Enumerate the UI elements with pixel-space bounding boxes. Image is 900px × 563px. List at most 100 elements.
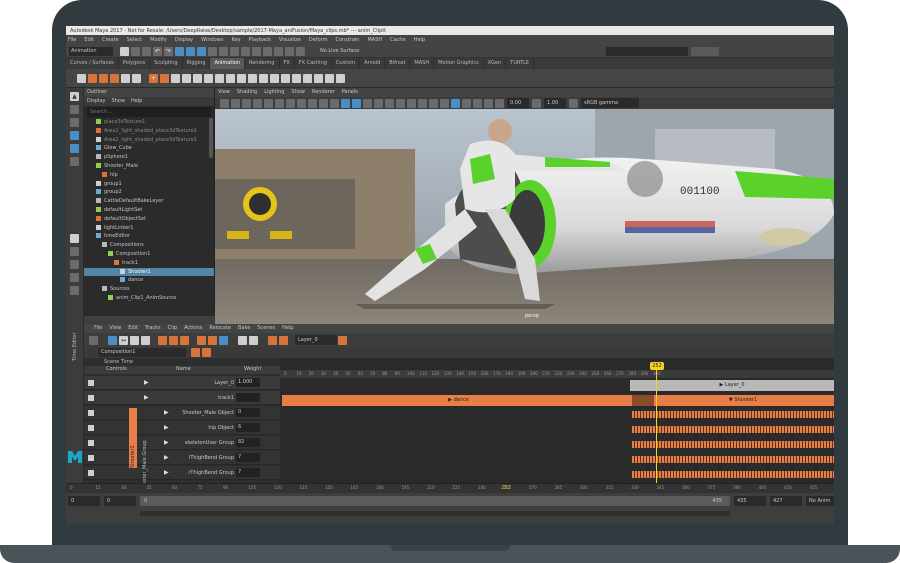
character-set-icon[interactable] xyxy=(325,73,334,83)
track-mute-checkbox[interactable] xyxy=(88,425,94,431)
grid-toggle-icon[interactable] xyxy=(264,98,273,108)
snap-surface-icon[interactable] xyxy=(252,46,261,56)
outliner-item[interactable]: place3dTexture1 xyxy=(84,118,214,127)
frame-selected-icon[interactable] xyxy=(130,335,139,345)
outliner-item[interactable]: Shooter1 xyxy=(84,267,214,277)
redo-icon[interactable]: ↷ xyxy=(164,46,173,56)
key-layer-icon[interactable] xyxy=(208,335,217,345)
track-mute-checkbox[interactable] xyxy=(88,410,94,416)
four-pane-icon[interactable] xyxy=(70,247,79,256)
textured-icon[interactable] xyxy=(374,98,383,108)
grid-layout-icon[interactable] xyxy=(70,286,79,295)
shelf-tab-curves-surfaces[interactable]: Curves / Surfaces xyxy=(66,58,119,69)
layer-name-field[interactable]: Layer_0 xyxy=(295,335,337,345)
composition-new-icon[interactable] xyxy=(191,348,200,357)
track-mute-checkbox[interactable] xyxy=(88,380,94,386)
xray-joints-icon[interactable] xyxy=(473,98,482,108)
single-pane-icon[interactable] xyxy=(70,234,79,243)
gamma-icon[interactable] xyxy=(532,98,541,108)
outliner-item[interactable]: dance xyxy=(84,276,214,285)
track-expand-arrow[interactable]: ▶ xyxy=(164,454,169,461)
track-mute-checkbox[interactable] xyxy=(88,470,94,476)
time-editor-menu-actions[interactable]: Actions xyxy=(184,325,202,331)
shelf-tab-fx[interactable]: FX xyxy=(280,58,295,69)
outliner-menu-show[interactable]: Show xyxy=(111,98,125,104)
gate-mask-icon[interactable] xyxy=(297,98,306,108)
ik-handle-icon[interactable] xyxy=(121,73,130,83)
scale-constraint-icon[interactable] xyxy=(215,73,224,83)
backface-icon[interactable] xyxy=(484,98,493,108)
anti-alias-icon[interactable] xyxy=(429,98,438,108)
track-row[interactable]: ▶ rThighBend Group 7 xyxy=(84,466,280,480)
track-weight-field[interactable] xyxy=(236,393,260,402)
open-scene-icon[interactable] xyxy=(131,46,140,56)
add-clip-icon[interactable] xyxy=(158,335,167,345)
time-slider[interactable]: 0 15 30 45 60 75 90 105 120 135 150 165 180 195 210 225… xyxy=(66,483,834,493)
color-space-select[interactable]: sRGB gamma xyxy=(581,98,639,108)
outliner-item[interactable]: Composition1 xyxy=(84,250,214,259)
time-editor-menu-relocate[interactable]: Relocate xyxy=(209,325,231,331)
camera-select-icon[interactable] xyxy=(220,98,229,108)
track-expand-arrow[interactable]: ▶ xyxy=(164,439,169,446)
lasso-tool-icon[interactable] xyxy=(70,105,79,114)
outliner-item[interactable]: Compositions xyxy=(84,241,214,250)
shelf-tab-polygons[interactable]: Polygons xyxy=(119,58,151,69)
solo-layer-icon[interactable] xyxy=(219,335,228,345)
outliner-item[interactable]: Glow_Cube xyxy=(84,144,214,153)
viewport-menu-show[interactable]: Show xyxy=(291,89,305,95)
composition-options-icon[interactable] xyxy=(202,348,211,357)
track-mute-checkbox[interactable] xyxy=(88,395,94,401)
key-layer-remove-icon[interactable] xyxy=(279,335,288,345)
shelf-tab-rendering[interactable]: Rendering xyxy=(245,58,280,69)
history-icon[interactable] xyxy=(263,46,272,56)
shelf-tab-sculpting[interactable]: Sculpting xyxy=(150,58,183,69)
menu-cache[interactable]: Cache xyxy=(390,37,406,43)
render-icon[interactable] xyxy=(274,46,283,56)
shelf-tab-bifrost[interactable]: Bifrost xyxy=(385,58,411,69)
time-editor-menu-scenes[interactable]: Scenes xyxy=(257,325,275,331)
menu-mash[interactable]: MASH xyxy=(367,37,382,43)
motion-trail-icon[interactable]: + xyxy=(149,73,158,83)
blend-shape-icon[interactable] xyxy=(314,73,323,83)
range-end-field[interactable]: 435 xyxy=(734,496,766,506)
outliner-item[interactable]: lightLinker1 xyxy=(84,224,214,233)
viewport-menu-view[interactable]: View xyxy=(218,89,230,95)
select-component-icon[interactable] xyxy=(197,46,206,56)
outliner-item[interactable]: pSphere1 xyxy=(84,153,214,162)
track-weight-field[interactable]: 7 xyxy=(236,468,260,477)
status-options-button[interactable] xyxy=(691,47,719,56)
composition-select[interactable]: Composition1 xyxy=(98,348,186,357)
split-clip-icon[interactable] xyxy=(169,335,178,345)
viewport-menu-panels[interactable]: Panels xyxy=(342,89,358,95)
menu-playback[interactable]: Playback xyxy=(249,37,271,43)
shelf-tab-mash[interactable]: MASH xyxy=(410,58,435,69)
outliner-item[interactable]: hip xyxy=(84,171,214,180)
relocator-icon[interactable] xyxy=(249,335,258,345)
track-expand-arrow[interactable]: ▶ xyxy=(144,379,149,386)
orient-constraint-icon[interactable] xyxy=(204,73,213,83)
image-plane-icon[interactable] xyxy=(253,98,262,108)
resolution-gate-icon[interactable] xyxy=(286,98,295,108)
xray-icon[interactable] xyxy=(462,98,471,108)
menu-visualize[interactable]: Visualize xyxy=(279,37,301,43)
range-max-field[interactable]: 427 xyxy=(770,496,802,506)
menu-deform[interactable]: Deform xyxy=(309,37,328,43)
track-row[interactable]: ▶ track1 xyxy=(84,391,280,405)
time-editor-menu-clip[interactable]: Clip xyxy=(168,325,177,331)
mute-icon[interactable] xyxy=(89,335,98,345)
time-slider-current[interactable]: 252 xyxy=(501,485,511,491)
key-strip[interactable] xyxy=(632,411,834,418)
track-expand-arrow[interactable]: ▶ xyxy=(164,424,169,431)
shelf-tab-motion-graphics[interactable]: Motion Graphics xyxy=(434,58,484,69)
safe-action-icon[interactable] xyxy=(319,98,328,108)
time-editor-menu-file[interactable]: File xyxy=(94,325,102,331)
save-scene-icon[interactable] xyxy=(142,46,151,56)
lattice-icon[interactable] xyxy=(259,73,268,83)
humanik-icon[interactable] xyxy=(303,73,312,83)
viewport-menu-shading[interactable]: Shading xyxy=(237,89,257,95)
playblast-icon[interactable] xyxy=(171,73,180,83)
time-editor-menu-edit[interactable]: Edit xyxy=(128,325,138,331)
outliner-item[interactable]: anim_Clip1_AnimSource xyxy=(84,294,214,303)
outliner-item[interactable]: Shooter_Male xyxy=(84,162,214,171)
outliner-item[interactable]: group2 xyxy=(84,188,214,197)
